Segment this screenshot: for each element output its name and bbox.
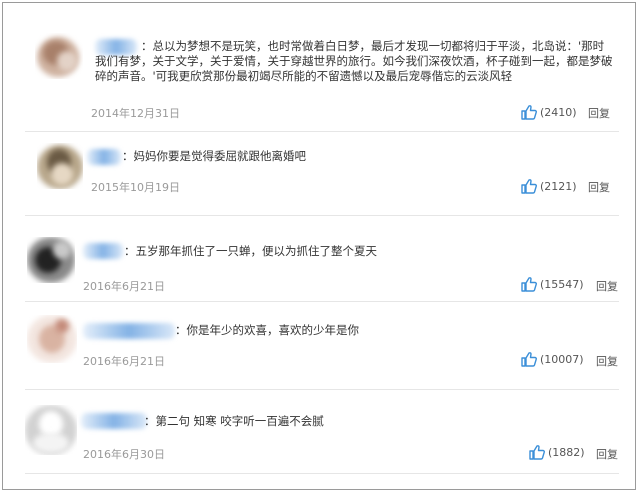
like-button[interactable]: (2121)	[521, 178, 577, 194]
comment-text: ：五岁那年抓住了一只蝉，便以为抓住了整个夏天	[124, 244, 377, 258]
reply-button[interactable]: 回复	[588, 179, 610, 195]
reply-button[interactable]: 回复	[596, 278, 618, 294]
thumbs-up-icon	[529, 444, 545, 460]
username-blurred[interactable]	[83, 323, 175, 339]
divider	[25, 131, 619, 132]
reply-button[interactable]: 回复	[596, 353, 618, 369]
like-button[interactable]: (10007)	[521, 351, 584, 367]
avatar[interactable]	[27, 315, 77, 363]
comment-date: 2016年6月21日	[83, 355, 165, 368]
avatar[interactable]	[25, 405, 77, 455]
comment-date: 2016年6月21日	[83, 280, 165, 293]
divider	[25, 215, 619, 216]
divider	[25, 473, 619, 474]
like-count: (2121)	[540, 179, 577, 193]
like-button[interactable]: (2410)	[521, 104, 577, 120]
username-blurred[interactable]	[81, 413, 147, 429]
thumbs-up-icon	[521, 104, 537, 120]
reply-button[interactable]: 回复	[596, 446, 618, 462]
avatar[interactable]	[35, 33, 83, 79]
like-count: (15547)	[540, 277, 584, 291]
comment-date: 2015年10月19日	[91, 181, 180, 194]
comment-text: ：你是年少的欢喜，喜欢的少年是你	[175, 323, 359, 337]
comment-list: ：总以为梦想不是玩笑，也时常做着白日梦，最后才发现一切都将归于平淡，北岛说：'那…	[2, 2, 636, 490]
like-count: (10007)	[540, 352, 584, 366]
comment-date: 2016年6月30日	[83, 448, 165, 461]
comment-text: ：第二句 知寒 咬字听一百遍不会腻	[144, 414, 324, 428]
reply-button[interactable]: 回复	[588, 105, 610, 121]
like-button[interactable]: (1882)	[529, 444, 585, 460]
like-count: (1882)	[548, 445, 585, 459]
avatar[interactable]	[27, 237, 75, 283]
thumbs-up-icon	[521, 276, 537, 292]
avatar[interactable]	[37, 143, 83, 189]
thumbs-up-icon	[521, 351, 537, 367]
comment-text: ：妈妈你要是觉得委屈就跟他离婚吧	[122, 149, 306, 163]
thumbs-up-icon	[521, 178, 537, 194]
username-blurred[interactable]	[87, 149, 121, 165]
comment-date: 2014年12月31日	[91, 107, 180, 120]
divider	[25, 301, 619, 302]
like-count: (2410)	[540, 105, 577, 119]
divider	[25, 389, 619, 390]
like-button[interactable]: (15547)	[521, 276, 584, 292]
comment-text: ：总以为梦想不是玩笑，也时常做着白日梦，最后才发现一切都将归于平淡，北岛说：'那…	[95, 39, 613, 83]
username-blurred[interactable]	[83, 243, 123, 259]
